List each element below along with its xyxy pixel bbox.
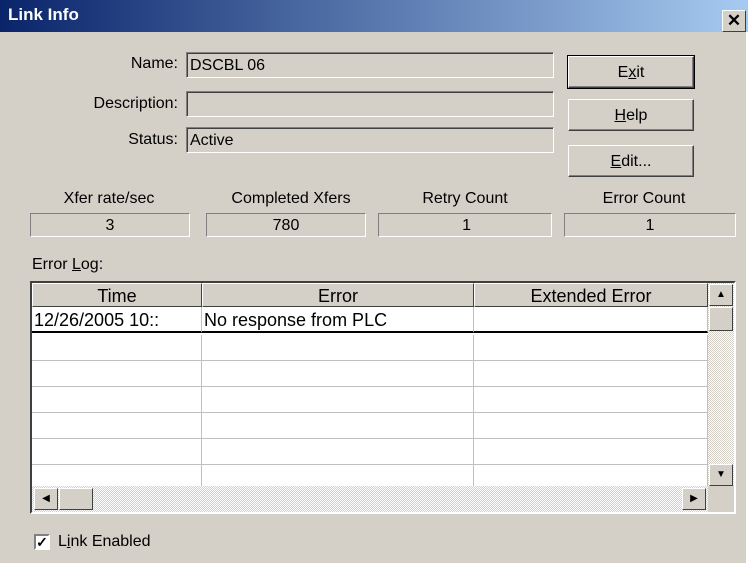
scrollbar-corner [708,486,734,512]
name-label: Name: [130,55,178,72]
title-bar: Link Info ✕ [0,0,748,32]
retry-count-label: Retry Count [422,190,508,207]
link-enabled-label[interactable]: Link Enabled [58,533,151,551]
column-header-time[interactable]: Time [32,283,202,307]
name-field: DSCBL 06 [186,52,554,78]
link-enabled-checkbox[interactable]: ✓ [34,534,50,550]
edit-button[interactable]: Edit... [568,145,694,177]
column-header-error[interactable]: Error [202,283,474,307]
description-label: Description: [93,95,178,112]
table-cell[interactable] [202,361,474,387]
table-cell[interactable] [32,413,202,439]
status-field: Active [186,127,554,153]
table-cell[interactable] [474,413,708,439]
scroll-right-icon[interactable]: ▶ [682,488,706,510]
link-info-dialog: Link Info ✕ Name: DSCBL 06 Description: … [0,0,748,563]
completed-xfers-label: Completed Xfers [231,190,351,207]
status-label: Status: [128,131,178,148]
scroll-left-icon[interactable]: ◀ [34,488,58,510]
table-row-cell-time[interactable]: 12/26/2005 10:: [32,307,202,333]
table-cell[interactable] [202,335,474,361]
error-count-label: Error Count [602,190,686,207]
help-button[interactable]: Help [568,99,694,131]
table-cell[interactable] [202,465,474,487]
scroll-up-icon[interactable]: ▲ [709,284,733,306]
description-field [186,91,554,117]
error-log-table[interactable]: Time Error Extended Error 12/26/2005 10:… [30,281,736,514]
table-cell[interactable] [32,361,202,387]
table-row-cell-error[interactable]: No response from PLC [202,307,474,333]
table-cell[interactable] [474,387,708,413]
table-cell[interactable] [202,387,474,413]
close-icon[interactable]: ✕ [722,10,746,32]
xfer-rate-value: 3 [30,213,190,237]
error-count-value: 1 [564,213,736,237]
table-cell[interactable] [474,439,708,465]
table-cell[interactable] [32,387,202,413]
table-cell[interactable] [474,465,708,487]
table-cell[interactable] [202,439,474,465]
table-row-cell-extended-error[interactable] [474,307,708,333]
table-cell[interactable] [474,361,708,387]
column-header-extended-error[interactable]: Extended Error [474,283,708,307]
table-cell[interactable] [32,335,202,361]
horizontal-scrollbar[interactable]: ◀ ▶ [32,486,708,512]
window-title: Link Info [8,5,79,24]
vertical-scrollbar[interactable]: ▲ ▼ [708,283,734,487]
exit-button[interactable]: Exit [567,55,695,89]
table-cell[interactable] [32,439,202,465]
xfer-rate-label: Xfer rate/sec [63,190,155,207]
table-cell[interactable] [474,335,708,361]
table-cell[interactable] [32,465,202,487]
horizontal-scroll-thumb[interactable] [59,488,93,510]
error-log-label: Error Log: [32,256,104,273]
table-cell[interactable] [202,413,474,439]
scroll-down-icon[interactable]: ▼ [709,464,733,486]
vertical-scroll-thumb[interactable] [709,307,733,331]
retry-count-value: 1 [378,213,552,237]
completed-xfers-value: 780 [206,213,366,237]
